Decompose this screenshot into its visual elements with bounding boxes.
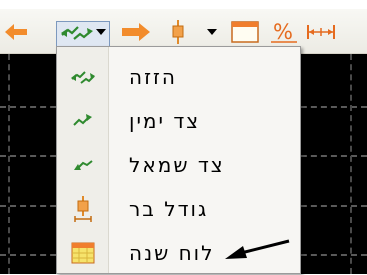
menu-item-label: צד שמאל <box>129 153 225 177</box>
top-margin <box>0 0 367 9</box>
dropdown-arrow-icon <box>207 28 217 35</box>
pointer-arrow-icon <box>225 239 290 259</box>
menu-item-shift[interactable]: הזזה <box>57 55 302 99</box>
menu-item-bar-size[interactable]: גודל בר <box>57 187 302 231</box>
menu-item-label: צד ימין <box>129 109 201 133</box>
dropdown-menu: הזזה צד ימין צד שמאל גודל בר לוח שנה <box>56 46 301 274</box>
dropdown-arrow-icon <box>96 28 106 35</box>
calendar-window-icon <box>231 20 259 43</box>
menu-item-label: גודל בר <box>129 197 209 221</box>
width-icon <box>307 24 335 39</box>
bar-size-icon <box>172 19 184 44</box>
back-arrow-button[interactable] <box>2 9 30 54</box>
menu-item-label: לוח שנה <box>129 241 215 265</box>
back-arrow-icon <box>5 23 27 40</box>
bar-size-icon <box>70 196 96 222</box>
menu-item-year-calendar[interactable]: לוח שנה <box>57 231 302 275</box>
shift-both-icon <box>70 64 96 90</box>
forward-arrow-icon <box>122 22 150 41</box>
chart-gridline <box>350 54 352 274</box>
menu-item-right-side[interactable]: צד ימין <box>57 99 302 143</box>
width-button[interactable] <box>303 9 339 54</box>
menu-item-left-side[interactable]: צד שמאל <box>57 143 302 187</box>
percent-icon: % <box>271 20 297 44</box>
right-side-icon <box>70 108 96 134</box>
left-side-icon <box>70 152 96 178</box>
svg-text:%: % <box>273 20 293 44</box>
year-calendar-icon <box>70 240 96 266</box>
menu-item-label: הזזה <box>129 65 177 89</box>
chart-gridline <box>8 54 10 274</box>
shift-icon <box>61 25 93 40</box>
